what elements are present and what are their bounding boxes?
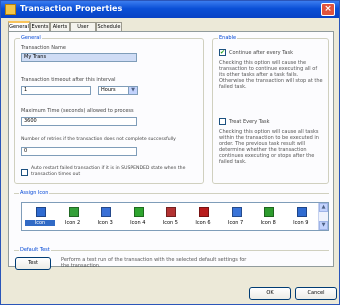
- title-bar[interactable]: Transaction Properties ×: [1, 1, 339, 18]
- treat-every-task-checkbox[interactable]: [219, 118, 226, 125]
- icon-list-item[interactable]: Icon 8: [253, 205, 283, 230]
- transaction-icon: [133, 207, 144, 217]
- icon-list-scrollbar[interactable]: ▲ ▼: [318, 203, 328, 230]
- enable-group: Enable ✔ Continue after every Task Check…: [212, 35, 329, 184]
- tab-panel: General Transaction Name My Trans Transa…: [8, 31, 334, 267]
- retries-label: Number of retries if the transaction doe…: [21, 137, 176, 142]
- transaction-icon: [296, 207, 307, 217]
- transaction-icon: [166, 207, 177, 217]
- window-title: Transaction Properties: [20, 4, 123, 13]
- icon-list-item-label: Icon 2: [64, 220, 81, 226]
- chevron-down-icon[interactable]: ▼: [128, 87, 137, 94]
- transaction-icon: [36, 207, 46, 217]
- transaction-icon: [264, 207, 275, 217]
- timeout-unit-select[interactable]: Hours ▼: [98, 86, 138, 95]
- continue-label: Continue after every Task: [229, 50, 293, 56]
- cancel-button[interactable]: Cancel: [295, 287, 337, 300]
- auto-restart-label: Auto restart failed transaction if it is…: [31, 166, 186, 177]
- transaction-icon: [231, 207, 242, 217]
- icon-list-item-label: Icon 5: [162, 220, 178, 226]
- icon-list-item-label: Icon 3: [97, 220, 113, 226]
- icon-list-item[interactable]: Icon 2: [58, 205, 88, 230]
- properties-dialog: Transaction Properties × General Events …: [0, 0, 340, 305]
- treat-every-task-label: Treat Every Task: [229, 119, 270, 125]
- continue-checkbox[interactable]: ✔: [219, 49, 226, 56]
- transaction-name-label: Transaction Name: [21, 45, 66, 51]
- timeout-label: Transaction timeout after this interval: [21, 77, 116, 83]
- test-button[interactable]: Test: [15, 257, 51, 270]
- app-icon: [5, 4, 16, 15]
- icon-list-item-label: Icon 6: [195, 220, 211, 226]
- icon-list-item-label: Icon: [25, 220, 55, 226]
- assign-icon-group-label: Assign Icon: [19, 190, 50, 196]
- default-test-group-label: Default Test: [19, 247, 51, 253]
- icon-list-item[interactable]: Icon: [25, 205, 55, 230]
- scroll-up-icon[interactable]: ▲: [319, 203, 328, 212]
- icon-list: Icon Icon 2 Icon 3 Icon 4 Icon 5 Icon 6 Icon 7…: [21, 202, 329, 231]
- default-test-description: Perform a test run of the transaction wi…: [61, 257, 247, 269]
- timeout-unit-value: Hours: [101, 87, 116, 93]
- transaction-icon: [68, 207, 79, 217]
- general-group: General Transaction Name My Trans Transa…: [14, 35, 204, 184]
- icon-list-item[interactable]: Icon 7: [221, 205, 251, 230]
- icon-list-item[interactable]: Icon 6: [188, 205, 218, 230]
- max-time-input[interactable]: 3600: [21, 117, 137, 126]
- icon-list-item-label: Icon 9: [293, 220, 309, 226]
- continue-description: Checking this option will cause the tran…: [219, 60, 323, 90]
- icon-list-item[interactable]: Icon 5: [155, 205, 185, 230]
- treat-every-task-description: Checking this option will cause all task…: [219, 129, 319, 165]
- icon-list-item-label: Icon 7: [227, 220, 244, 226]
- icon-list-item-label: Icon 8: [260, 220, 276, 226]
- auto-restart-checkbox[interactable]: [21, 169, 28, 176]
- icon-list-item[interactable]: Icon 9: [286, 205, 316, 230]
- icon-list-item[interactable]: Icon 4: [123, 205, 153, 230]
- transaction-icon: [101, 207, 112, 217]
- transaction-name-input[interactable]: My Trans: [21, 53, 137, 62]
- icon-list-item-label: Icon 4: [130, 220, 146, 226]
- retries-input[interactable]: 0: [21, 147, 137, 156]
- timeout-input[interactable]: 1: [21, 86, 91, 95]
- max-time-label: Maximum Time (seconds) allowed to proces…: [21, 108, 134, 114]
- general-group-label: General: [20, 35, 42, 41]
- enable-group-label: Enable: [218, 35, 238, 41]
- ok-button[interactable]: OK: [249, 287, 291, 300]
- transaction-icon: [199, 207, 209, 217]
- icon-list-item[interactable]: Icon 3: [90, 205, 120, 230]
- close-button[interactable]: ×: [321, 3, 335, 16]
- scroll-down-icon[interactable]: ▼: [319, 221, 328, 230]
